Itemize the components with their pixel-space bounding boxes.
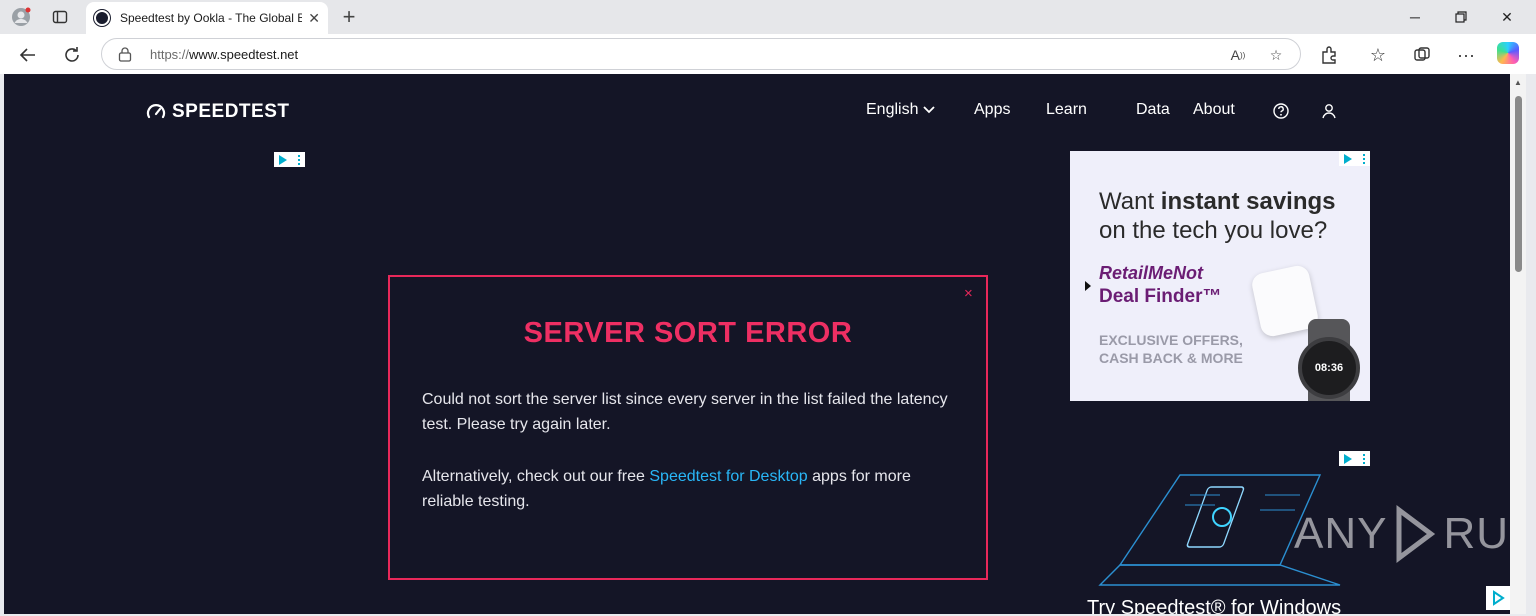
alt-prefix: Alternatively, check out our free xyxy=(422,468,650,485)
watermark-left: ANY xyxy=(1294,509,1388,558)
logo-text: SPEEDTEST xyxy=(172,101,290,122)
nav-language[interactable]: English xyxy=(866,101,935,119)
watermark-right: RUN xyxy=(1443,509,1510,558)
speedtest-logo[interactable]: SPEEDTEST xyxy=(146,101,289,123)
ad-cta-text: Try Speedtest® for Windows xyxy=(1087,597,1342,614)
ad-headline-suffix: on the tech you love? xyxy=(1099,217,1328,244)
ad-headline: Want instant savings on the tech you lov… xyxy=(1099,187,1359,245)
retailmenot-ad[interactable]: Want instant savings on the tech you lov… xyxy=(1070,151,1370,401)
nav-data[interactable]: Data xyxy=(1136,101,1170,119)
speedtest-favicon-icon xyxy=(94,10,110,26)
reload-icon[interactable] xyxy=(60,43,84,67)
ad-headline-prefix: Want xyxy=(1099,188,1161,215)
active-tab[interactable]: Speedtest by Ookla - The Global B ✕ xyxy=(86,2,328,34)
url-text[interactable]: https://www.speedtest.net xyxy=(150,47,298,62)
close-icon[interactable]: × xyxy=(964,285,973,302)
adchoices-icon[interactable] xyxy=(1339,151,1370,166)
speedtest-desktop-link[interactable]: Speedtest for Desktop xyxy=(649,468,807,485)
restore-icon[interactable] xyxy=(1450,6,1472,28)
watch-time: 08:36 xyxy=(1314,362,1344,374)
play-logo-icon xyxy=(1396,505,1436,563)
address-bar[interactable]: https://www.speedtest.net A)) ☆ xyxy=(101,38,1301,70)
ad-sub-line2: CASH BACK & MORE xyxy=(1099,350,1243,366)
nav-about[interactable]: About xyxy=(1193,101,1235,119)
browser-tab-strip: Speedtest by Ookla - The Global B ✕ + ─ … xyxy=(0,0,1536,34)
favorites-icon[interactable]: ☆ xyxy=(1366,43,1390,67)
user-account-icon[interactable] xyxy=(1320,102,1338,120)
back-icon[interactable] xyxy=(16,43,40,67)
url-host: www.speedtest.net xyxy=(189,47,299,62)
speedometer-icon xyxy=(146,104,166,119)
profile-icon[interactable] xyxy=(10,6,32,28)
ad-sub-line1: EXCLUSIVE OFFERS, xyxy=(1099,332,1243,348)
help-icon[interactable] xyxy=(1272,102,1290,120)
new-tab-icon[interactable]: + xyxy=(338,4,360,29)
modal-message: Could not sort the server list since eve… xyxy=(422,391,948,433)
close-tab-icon[interactable]: ✕ xyxy=(308,10,320,27)
adchoices-corner-icon[interactable] xyxy=(1486,586,1510,610)
nav-learn[interactable]: Learn xyxy=(1046,101,1087,119)
close-window-icon[interactable]: ✕ xyxy=(1496,6,1518,28)
anyrun-watermark: ANY RUN xyxy=(1294,504,1510,564)
chevron-down-icon xyxy=(923,106,935,114)
extensions-icon[interactable] xyxy=(1317,43,1341,67)
adchoices-icon[interactable] xyxy=(274,152,305,167)
modal-alternative-message: Alternatively, check out our free Speedt… xyxy=(422,464,962,514)
page-scrollbar[interactable]: ▲ xyxy=(1510,74,1526,614)
tab-title: Speedtest by Ookla - The Global B xyxy=(120,11,303,25)
ad-subtext: EXCLUSIVE OFFERS, CASH BACK & MORE xyxy=(1099,331,1243,367)
server-sort-error-modal: × SERVER SORT ERROR Could not sort the s… xyxy=(388,275,988,580)
modal-title: SERVER SORT ERROR xyxy=(523,317,853,349)
tab-actions-icon[interactable] xyxy=(49,6,71,28)
minimize-icon[interactable]: ─ xyxy=(1404,6,1426,28)
copilot-icon[interactable] xyxy=(1497,42,1519,64)
ad-headline-bold: instant savings xyxy=(1160,188,1336,215)
ad-product: Deal Finder™ xyxy=(1099,286,1222,307)
read-aloud-icon[interactable]: A)) xyxy=(1228,45,1248,65)
more-menu-icon[interactable]: ··· xyxy=(1454,43,1478,67)
play-arrow-icon xyxy=(1085,281,1091,291)
lock-icon[interactable] xyxy=(118,46,132,62)
scroll-up-icon[interactable]: ▲ xyxy=(1514,78,1522,87)
nav-language-label: English xyxy=(866,101,919,118)
url-scheme: https:// xyxy=(150,47,190,62)
speedtest-page: SPEEDTEST English Apps Learn Data About … xyxy=(4,74,1510,614)
scrollbar-thumb[interactable] xyxy=(1515,96,1522,272)
nav-apps[interactable]: Apps xyxy=(974,101,1010,119)
ad-brand: RetailMeNot xyxy=(1099,263,1204,283)
browser-toolbar: https://www.speedtest.net A)) ☆ ☆ ··· xyxy=(0,34,1536,74)
smartwatch-image: 08:36 xyxy=(1298,337,1360,399)
favorite-star-icon[interactable]: ☆ xyxy=(1266,45,1286,65)
collections-icon[interactable] xyxy=(1410,43,1434,67)
